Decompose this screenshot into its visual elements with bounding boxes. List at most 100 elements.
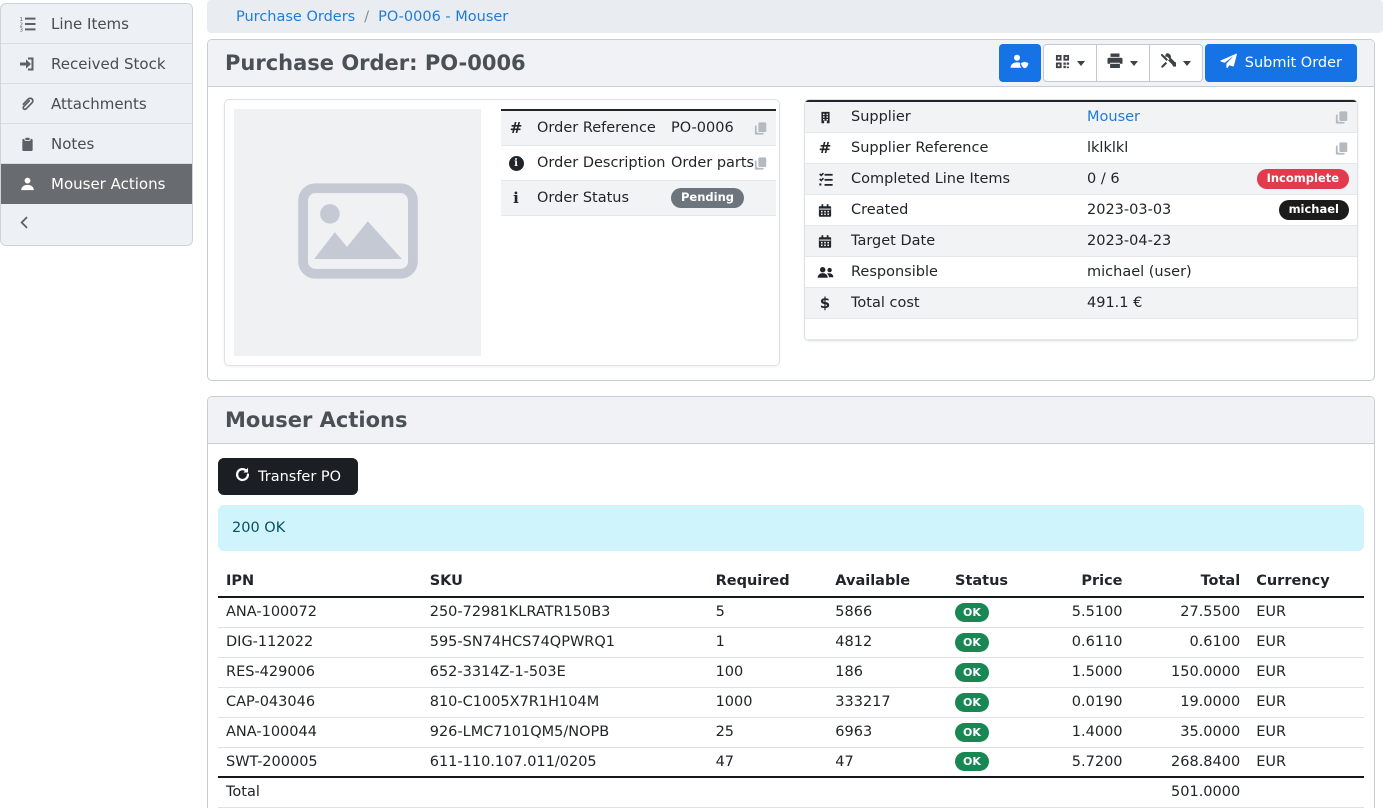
ok-badge: OK	[955, 603, 989, 622]
cell-total: 268.8400	[1131, 747, 1249, 777]
detail-value: 2023-04-23	[1087, 233, 1357, 249]
sidebar-item-label: Line Items	[51, 15, 129, 33]
copy-icon[interactable]	[1335, 141, 1357, 156]
sidebar-item-line-items[interactable]: 123 Line Items	[1, 4, 192, 44]
order-image-placeholder[interactable]	[234, 109, 481, 356]
parts-table: IPN SKU Required Available Status Price …	[218, 565, 1364, 808]
detail-value: Pending	[671, 188, 776, 208]
app-layout: 123 Line Items Received Stock Attachment…	[0, 0, 1383, 808]
footer-empty-cell	[1248, 777, 1364, 807]
detail-value: 0 / 6	[1087, 171, 1257, 187]
cell-ipn: ANA-100044	[218, 717, 422, 747]
order-description-row: i Order Description Order parts	[501, 146, 776, 181]
cell-currency: EUR	[1248, 627, 1364, 657]
detail-label: Total cost	[845, 295, 1087, 311]
detail-label: Order Description	[531, 155, 671, 171]
cell-total: 19.0000	[1131, 687, 1249, 717]
chevron-left-icon	[18, 215, 31, 234]
breadcrumb-link-purchase-orders[interactable]: Purchase Orders	[236, 9, 355, 25]
table-row: ANA-100072 250-72981KLRATR150B3 5 5866 O…	[218, 597, 1364, 627]
column-header-total: Total	[1131, 565, 1249, 597]
parts-table-header-row: IPN SKU Required Available Status Price …	[218, 565, 1364, 597]
caret-down-icon	[1077, 61, 1085, 66]
responsible-row: Responsible michael (user)	[805, 257, 1357, 288]
supplier-details-card: Supplier Mouser # Supplier Reference lkl…	[804, 99, 1358, 341]
detail-badge-container: Incomplete	[1257, 169, 1357, 189]
ok-badge: OK	[955, 693, 989, 712]
copy-icon[interactable]	[754, 121, 776, 136]
ordered-list-icon: 123	[18, 16, 36, 32]
total-cost-row: $ Total cost 491.1 €	[805, 288, 1357, 319]
checklist-icon	[805, 172, 845, 187]
supplier-row: Supplier Mouser	[805, 102, 1357, 133]
order-actions-button[interactable]	[1149, 44, 1203, 82]
cell-required: 47	[708, 747, 828, 777]
submit-order-button[interactable]: Submit Order	[1205, 44, 1357, 82]
breadcrumb-link-current-order[interactable]: PO-0006 - Mouser	[378, 9, 508, 25]
print-actions-button[interactable]	[1096, 44, 1150, 82]
cell-available: 186	[827, 657, 947, 687]
copy-icon[interactable]	[754, 156, 776, 171]
user-badge: michael	[1279, 200, 1349, 220]
sidebar-item-label: Notes	[51, 135, 94, 153]
cell-total: 0.6100	[1131, 627, 1249, 657]
sidebar-item-received-stock[interactable]: Received Stock	[1, 44, 192, 84]
refresh-icon	[235, 467, 250, 486]
ok-badge: OK	[955, 663, 989, 682]
cell-price: 0.6110	[1035, 627, 1131, 657]
cell-currency: EUR	[1248, 717, 1364, 747]
cell-price: 0.0190	[1035, 687, 1131, 717]
cell-ipn: ANA-100072	[218, 597, 422, 627]
breadcrumb: Purchase Orders / PO-0006 - Mouser	[207, 0, 1383, 33]
cell-required: 1000	[708, 687, 828, 717]
footer-total-value: 501.0000	[1131, 777, 1249, 807]
mouser-actions-panel: Mouser Actions Transfer PO 200 OK I	[207, 396, 1375, 808]
cell-currency: EUR	[1248, 657, 1364, 687]
cell-sku: 810-C1005X7R1H104M	[422, 687, 708, 717]
main-content: Purchase Orders / PO-0006 - Mouser Purch…	[207, 0, 1383, 808]
sidebar-item-notes[interactable]: Notes	[1, 124, 192, 164]
detail-label: Order Status	[531, 190, 671, 206]
detail-value: Mouser	[1087, 109, 1335, 125]
hash-icon: #	[501, 119, 531, 137]
cell-sku: 250-72981KLRATR150B3	[422, 597, 708, 627]
transfer-po-label: Transfer PO	[258, 469, 341, 485]
user-actions-button[interactable]	[999, 44, 1041, 82]
cell-total: 27.5500	[1131, 597, 1249, 627]
transfer-po-button[interactable]: Transfer PO	[218, 458, 358, 495]
cell-required: 25	[708, 717, 828, 747]
paperclip-icon	[18, 96, 36, 112]
created-row: Created 2023-03-03 michael	[805, 195, 1357, 226]
cell-available: 333217	[827, 687, 947, 717]
cell-available: 4812	[827, 627, 947, 657]
sidebar-item-attachments[interactable]: Attachments	[1, 84, 192, 124]
column-header-sku: SKU	[422, 565, 708, 597]
supplier-details-table: Supplier Mouser # Supplier Reference lkl…	[805, 100, 1357, 340]
sidebar-item-mouser-actions[interactable]: Mouser Actions	[1, 164, 192, 204]
detail-label: Supplier Reference	[845, 140, 1087, 156]
sign-in-icon	[18, 56, 36, 72]
detail-badge-container: michael	[1279, 200, 1357, 220]
hash-icon: #	[805, 139, 845, 157]
cell-sku: 595-SN74HCS74QPWRQ1	[422, 627, 708, 657]
sidebar: 123 Line Items Received Stock Attachment…	[0, 3, 193, 246]
building-icon	[805, 110, 845, 125]
copy-icon[interactable]	[1335, 110, 1357, 125]
purchase-order-panel: Purchase Order: PO-0006	[207, 39, 1375, 381]
mouser-actions-title: Mouser Actions	[225, 408, 408, 432]
cell-status: OK	[947, 627, 1035, 657]
image-placeholder-icon	[297, 181, 419, 285]
table-footer-row: Total 501.0000	[218, 777, 1364, 807]
sidebar-collapse-button[interactable]	[1, 204, 192, 245]
cell-status: OK	[947, 657, 1035, 687]
sidebar-item-label: Attachments	[51, 95, 147, 113]
detail-value: PO-0006	[671, 120, 754, 136]
supplier-reference-row: # Supplier Reference lklklkl	[805, 133, 1357, 164]
table-row: RES-429006 652-3314Z-1-503E 100 186 OK 1…	[218, 657, 1364, 687]
ok-badge: OK	[955, 723, 989, 742]
supplier-link[interactable]: Mouser	[1087, 109, 1140, 125]
detail-value: Order parts	[671, 155, 754, 171]
barcode-actions-button[interactable]	[1043, 44, 1097, 82]
status-badge: Pending	[671, 188, 744, 208]
detail-label: Order Reference	[531, 120, 671, 136]
